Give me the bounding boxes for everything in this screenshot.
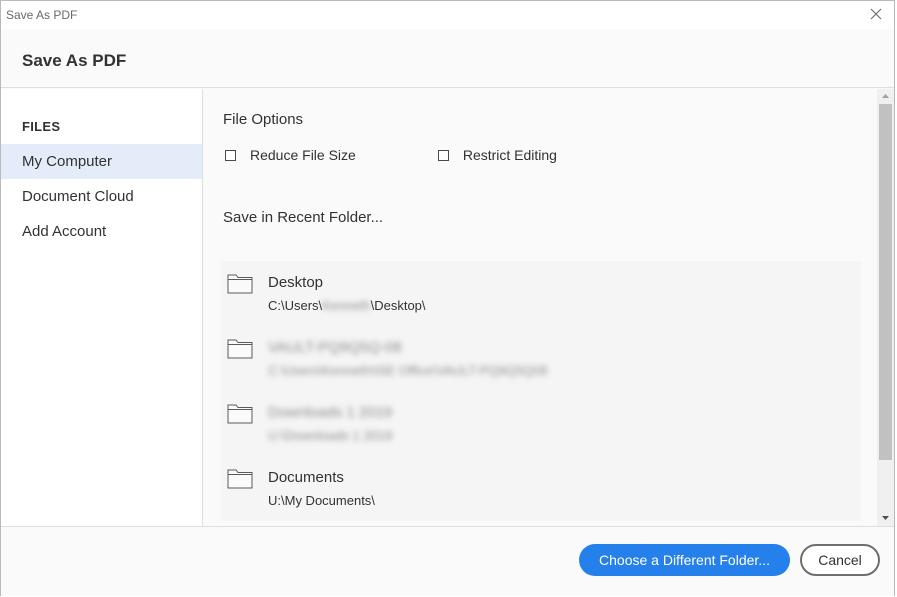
folder-path-suffix: \Desktop\ [370,298,426,313]
scroll-up-arrow-icon[interactable] [877,89,894,103]
cancel-button[interactable]: Cancel [800,544,880,576]
restrict-editing-option[interactable]: Restrict Editing [437,147,557,163]
title-bar: Save As PDF [1,1,894,29]
folder-path: C:\Users\Kenneth\ISE Office\VAULT-PQ9Q5Q… [268,363,548,378]
recent-folder-title: Save in Recent Folder... [223,209,384,226]
reduce-file-size-option[interactable]: Reduce File Size [225,147,356,163]
dialog-heading: Save As PDF [22,51,127,70]
folder-name: VAULT-PQ9Q5Q-08 [268,339,402,356]
folder-icon [227,467,253,494]
restrict-editing-label: Restrict Editing [462,147,557,163]
folder-path: C:\Users\Kenneth\Desktop\ [268,298,426,313]
folder-item-desktop[interactable]: Desktop C:\Users\Kenneth\Desktop\ [221,261,861,326]
save-as-pdf-dialog: Save As PDF Save As PDF FILES My Compute… [0,0,895,596]
file-options: Reduce File Size Restrict Editing [225,147,639,163]
close-icon[interactable] [866,4,886,24]
dialog-footer: Choose a Different Folder... Cancel [1,526,894,596]
recent-folder-list: Desktop C:\Users\Kenneth\Desktop\ VAULT-… [221,261,861,521]
folder-path: U:\Downloads 1 2019 [268,428,393,443]
window-title: Save As PDF [6,8,78,22]
restrict-editing-checkbox[interactable] [437,149,449,161]
choose-different-folder-button[interactable]: Choose a Different Folder... [579,544,790,576]
folder-name: Downloads 1 2019 [268,404,393,421]
scroll-down-arrow-icon[interactable] [877,511,894,525]
folder-item-redacted-2[interactable]: Downloads 1 2019 U:\Downloads 1 2019 [221,391,861,456]
folder-icon [227,337,253,364]
folder-item-redacted-1[interactable]: VAULT-PQ9Q5Q-08 C:\Users\Kenneth\ISE Off… [221,326,861,391]
reduce-file-size-checkbox[interactable] [225,149,236,161]
folder-icon [227,402,253,429]
dialog-header: Save As PDF [1,29,894,88]
sidebar: FILES My Computer Document Cloud Add Acc… [1,89,203,526]
folder-name: Documents [268,469,344,486]
sidebar-items: My Computer Document Cloud Add Account [1,144,202,249]
sidebar-item-add-account[interactable]: Add Account [1,214,202,249]
vertical-scrollbar[interactable] [877,89,894,526]
folder-path-redacted: Kenneth [322,298,371,313]
sidebar-item-my-computer[interactable]: My Computer [1,144,202,179]
folder-icon [227,272,253,299]
sidebar-item-document-cloud[interactable]: Document Cloud [1,179,202,214]
reduce-file-size-label: Reduce File Size [250,147,356,163]
folder-item-documents[interactable]: Documents U:\My Documents\ [221,456,861,521]
scrollbar-thumb[interactable] [879,104,892,460]
folder-path: U:\My Documents\ [268,493,375,508]
file-options-title: File Options [223,111,304,128]
folder-name: Desktop [268,274,324,291]
folder-path-prefix: C:\Users\ [268,298,323,313]
main-panel: File Options Reduce File Size Restrict E… [203,89,877,526]
sidebar-section-label: FILES [22,119,61,134]
